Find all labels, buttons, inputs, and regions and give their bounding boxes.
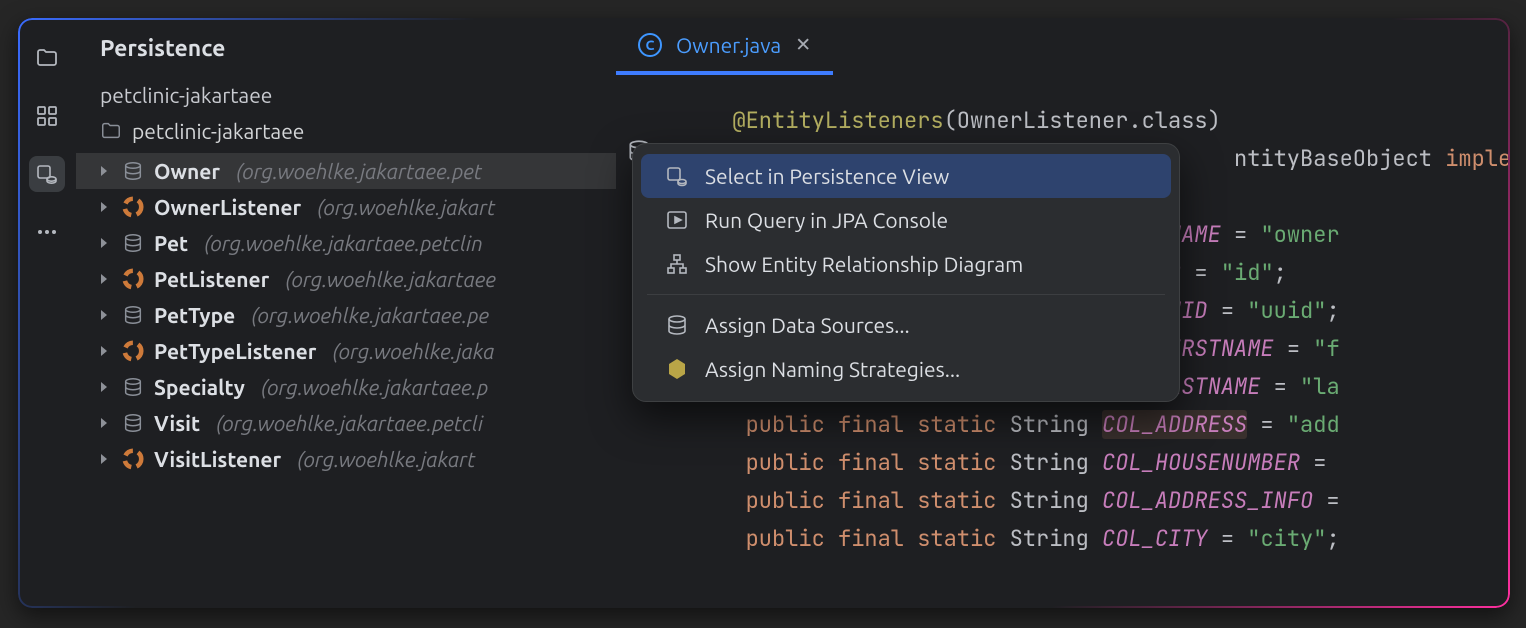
chevron-right-icon (96, 343, 112, 359)
module-label: petclinic-jakartaee (132, 119, 304, 143)
panel-title: Persistence (76, 28, 616, 75)
tree-item-pet[interactable]: Pet (org.woehlke.jakartaee.petclin (76, 225, 616, 261)
tree-item-package: (org.woehlke.jakart (297, 447, 475, 471)
structure-tool-button[interactable] (29, 98, 65, 134)
menu-separator (647, 294, 1165, 295)
menu-item-label: Assign Data Sources... (705, 313, 910, 337)
tree-item-package: (org.woehlke.jakartaee.petclin (204, 231, 483, 255)
project-tool-button[interactable] (29, 40, 65, 76)
listener-icon (122, 448, 144, 470)
menu-item[interactable]: Assign Data Sources... (641, 303, 1171, 347)
tree-item-visit[interactable]: Visit (org.woehlke.jakartaee.petcli (76, 405, 616, 441)
ide-window: Persistence petclinic-jakartaee petclini… (18, 18, 1510, 608)
menu-item-label: Show Entity Relationship Diagram (705, 252, 1023, 276)
diagram-icon (665, 252, 689, 276)
java-class-icon: C (638, 33, 662, 57)
tree-item-label: VisitListener (154, 447, 281, 471)
tree-item-package: (org.woehlke.jakartaee.petcli (216, 411, 483, 435)
tree-item-label: PetType (154, 303, 235, 327)
jpa-context-menu: Select in Persistence View Run Query in J… (632, 143, 1180, 402)
chevron-right-icon (96, 379, 112, 395)
listener-icon (122, 196, 144, 218)
menu-item[interactable]: Assign Naming Strategies... (641, 347, 1171, 391)
chevron-right-icon (96, 451, 112, 467)
tree-item-pettypelistener[interactable]: PetTypeListener (org.woehlke.jaka (76, 333, 616, 369)
entity-icon (122, 160, 144, 182)
project-name[interactable]: petclinic-jakartaee (76, 75, 616, 113)
menu-item[interactable]: Select in Persistence View (641, 154, 1171, 198)
tree-item-ownerlistener[interactable]: OwnerListener (org.woehlke.jakart (76, 189, 616, 225)
tree-item-visitlistener[interactable]: VisitListener (org.woehlke.jakart (76, 441, 616, 477)
menu-item-label: Assign Naming Strategies... (705, 357, 960, 381)
persistence-tree: Owner (org.woehlke.jakartaee.pet OwnerList… (76, 153, 616, 477)
tree-item-label: PetTypeListener (154, 339, 316, 363)
listener-icon (122, 268, 144, 290)
chevron-right-icon (96, 235, 112, 251)
left-toolstrip (18, 18, 76, 608)
close-tab-icon[interactable]: ✕ (795, 33, 811, 56)
code-line: public final static String COL_HOUSENUMB… (640, 448, 1340, 477)
menu-item-label: Run Query in JPA Console (705, 208, 948, 232)
tree-item-label: PetListener (154, 267, 269, 291)
tree-item-petlistener[interactable]: PetListener (org.woehlke.jakartaee (76, 261, 616, 297)
chevron-right-icon (96, 199, 112, 215)
persistence-icon (665, 164, 689, 188)
code-line: public final static String COL_ADDRESS_I… (640, 486, 1353, 515)
chevron-right-icon (96, 415, 112, 431)
listener-icon (122, 340, 144, 362)
menu-item-label: Select in Persistence View (705, 164, 949, 188)
entity-icon (122, 412, 144, 434)
code-line: public final static String COL_CITY = "c… (640, 524, 1340, 553)
tree-item-package: (org.woehlke.jaka (332, 339, 494, 363)
tree-item-package: (org.woehlke.jakartaee.p (261, 375, 488, 399)
entity-icon (122, 232, 144, 254)
play-icon (665, 208, 689, 232)
tree-item-package: (org.woehlke.jakart (317, 195, 495, 219)
chevron-right-icon (96, 271, 112, 287)
tree-item-owner[interactable]: Owner (org.woehlke.jakartaee.pet (76, 153, 616, 189)
tree-item-specialty[interactable]: Specialty (org.woehlke.jakartaee.p (76, 369, 616, 405)
code-line: @EntityListeners(OwnerListener.class) (640, 106, 1221, 135)
editor-tabbar: C Owner.java ✕ (616, 18, 1510, 76)
persistence-tool-button[interactable] (29, 156, 65, 192)
entity-icon (122, 376, 144, 398)
tree-item-package: (org.woehlke.jakartaee (285, 267, 496, 291)
db-icon (665, 313, 689, 337)
module-icon (100, 120, 122, 142)
hex-icon (665, 357, 689, 381)
editor-tab-owner[interactable]: C Owner.java ✕ (616, 18, 833, 75)
tree-item-pettype[interactable]: PetType (org.woehlke.jakartaee.pe (76, 297, 616, 333)
tree-item-label: Owner (154, 159, 220, 183)
tree-item-label: Specialty (154, 375, 245, 399)
tree-item-label: Visit (154, 411, 200, 435)
persistence-panel: Persistence petclinic-jakartaee petclini… (76, 18, 616, 608)
entity-icon (122, 304, 144, 326)
tab-filename: Owner.java (676, 33, 781, 57)
menu-item[interactable]: Run Query in JPA Console (641, 198, 1171, 242)
module-row[interactable]: petclinic-jakartaee (76, 113, 616, 153)
chevron-right-icon (96, 307, 112, 323)
more-tool-button[interactable] (29, 214, 65, 250)
tree-item-label: Pet (154, 231, 188, 255)
tree-item-label: OwnerListener (154, 195, 301, 219)
menu-item[interactable]: Show Entity Relationship Diagram (641, 242, 1171, 286)
code-line: public final static String COL_ADDRESS =… (640, 410, 1340, 439)
chevron-right-icon (96, 163, 112, 179)
tree-item-package: (org.woehlke.jakartaee.pe (251, 303, 489, 327)
tree-item-package: (org.woehlke.jakartaee.pet (236, 159, 482, 183)
